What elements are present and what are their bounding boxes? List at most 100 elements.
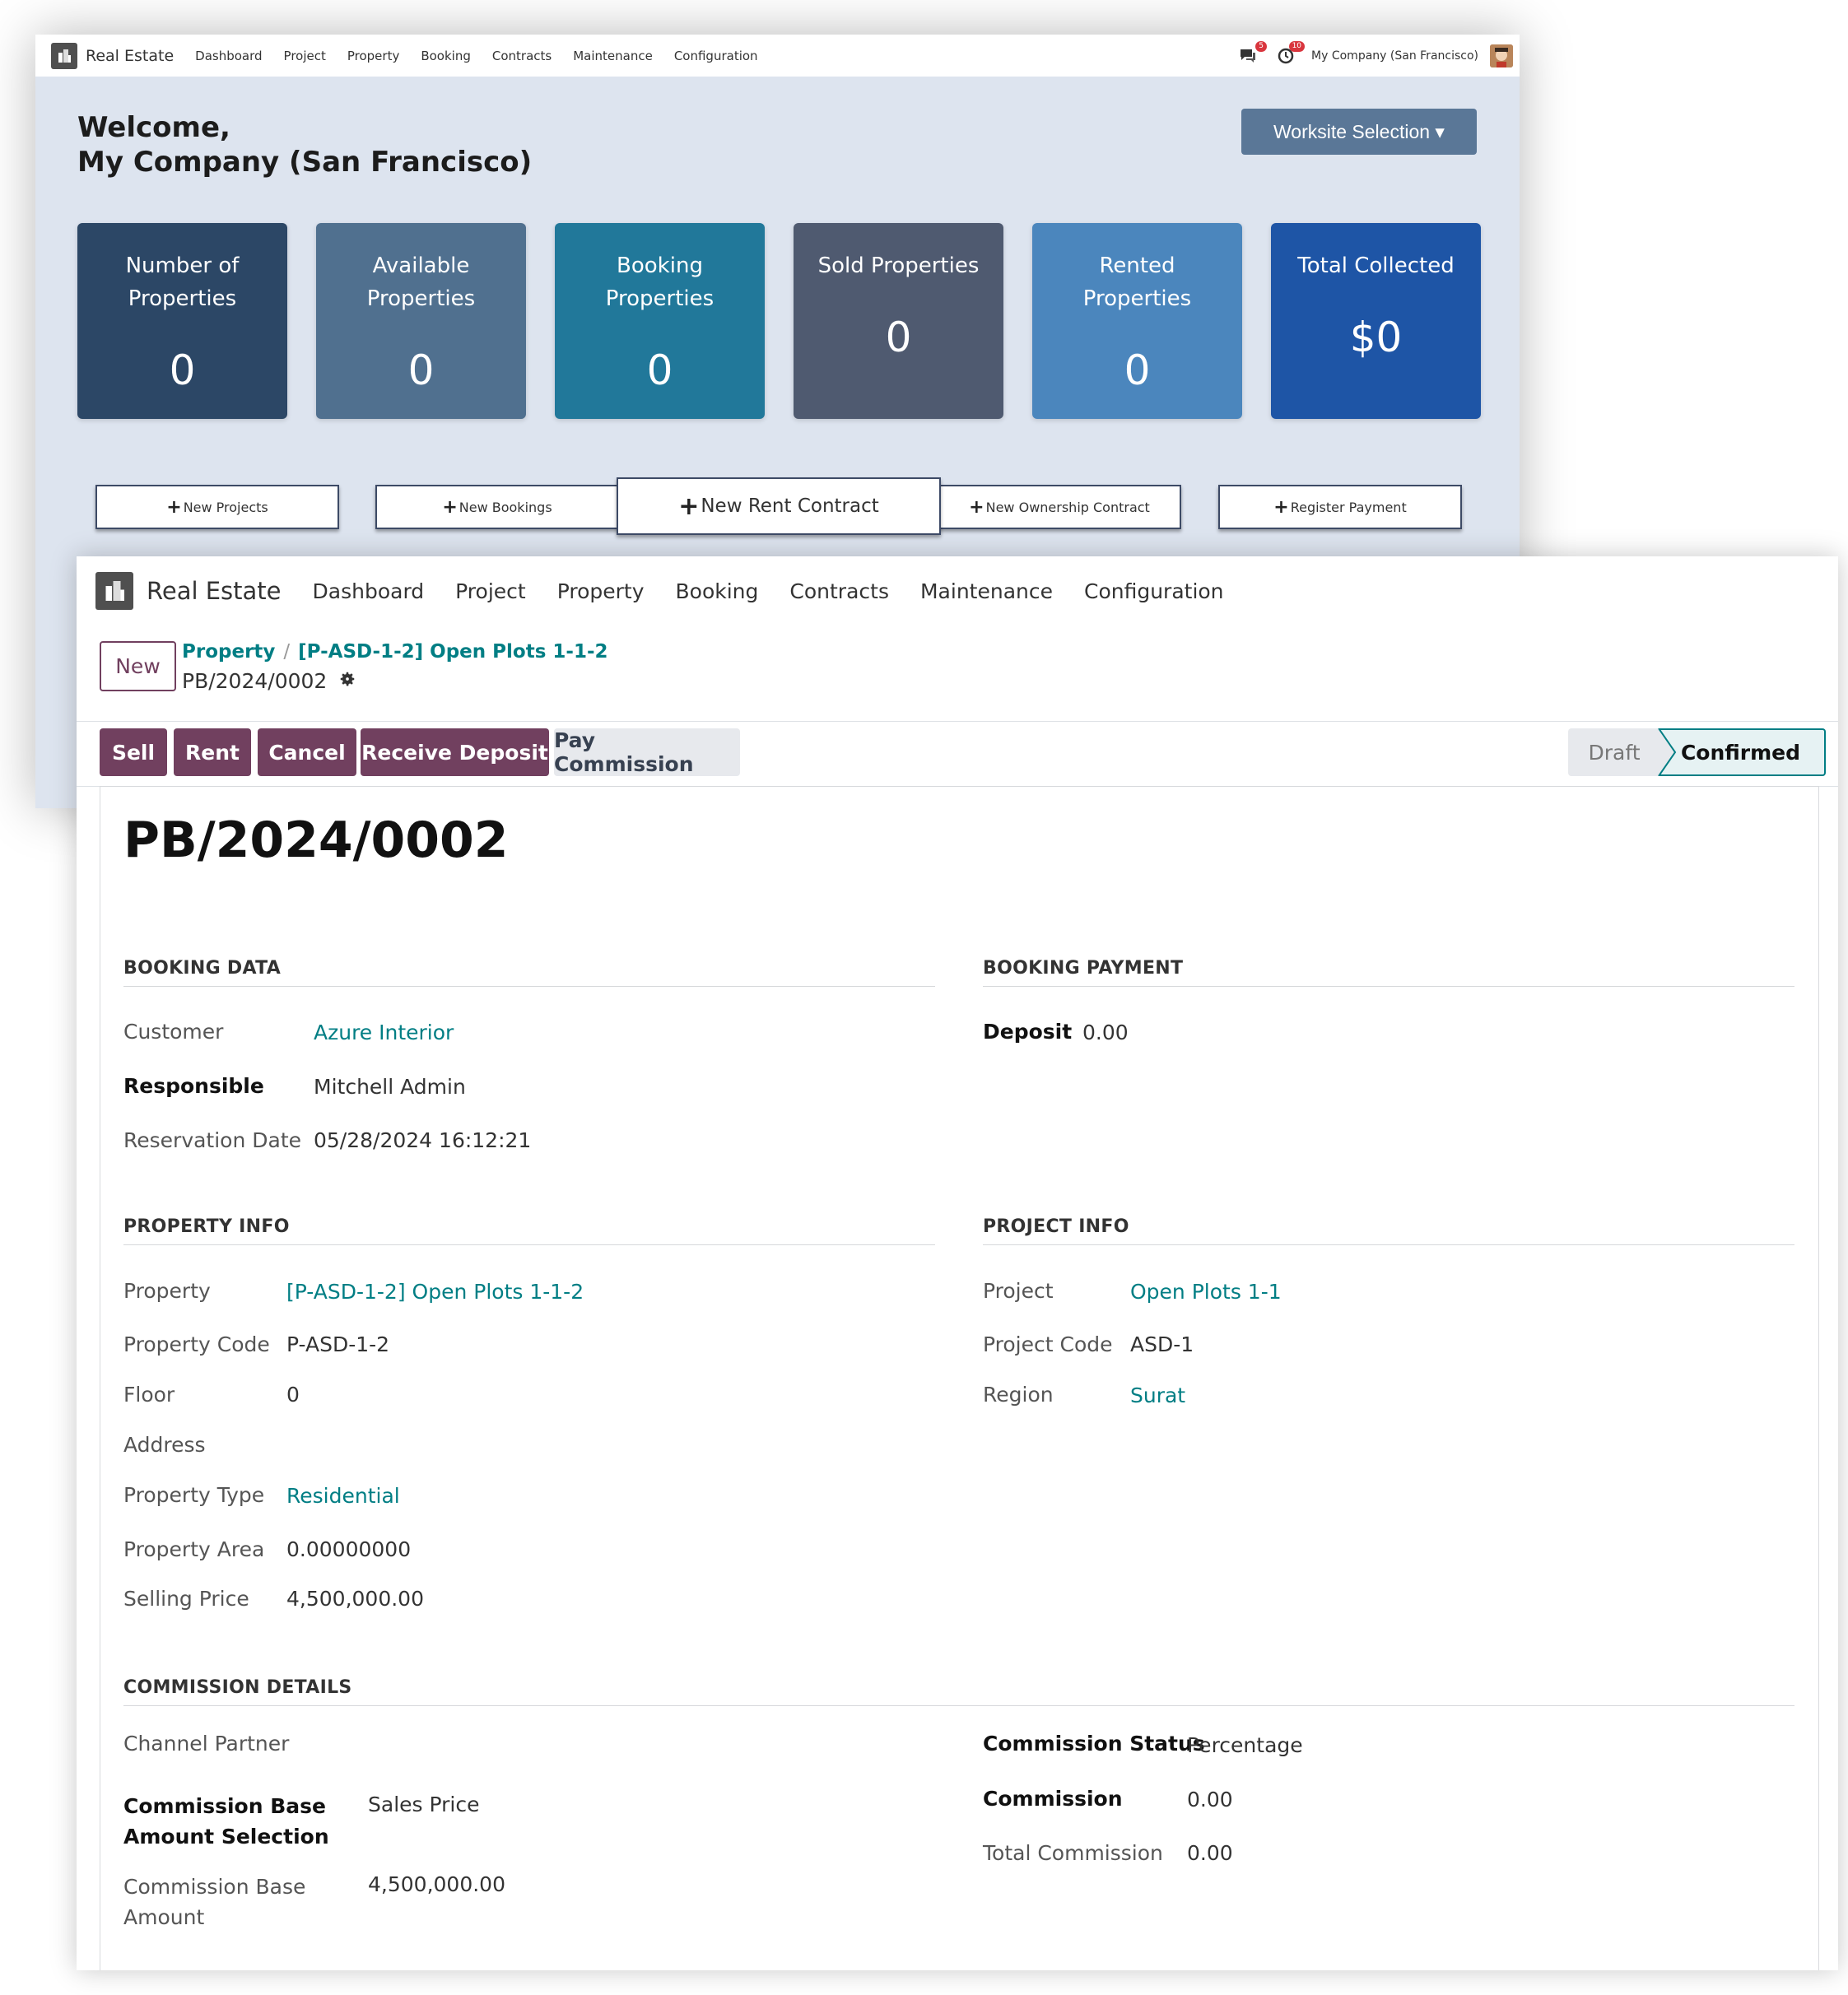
project-code-field[interactable]: ASD-1 [1130, 1332, 1194, 1356]
label-line: Amount [123, 1905, 205, 1929]
section-divider [123, 1244, 935, 1245]
card-title-line: Properties [366, 286, 476, 311]
worksite-selection-button[interactable]: Worksite Selection ▾ [1241, 109, 1477, 155]
activities-button[interactable]: 10 [1273, 40, 1306, 68]
commission-base-selection-label: Commission Base Amount Selection [123, 1791, 329, 1852]
region-field[interactable]: Surat [1130, 1383, 1185, 1407]
pay-commission-button[interactable]: Pay Commission [554, 728, 740, 776]
menu-property[interactable]: Property [347, 49, 399, 63]
selling-price-field[interactable]: 4,500,000.00 [286, 1587, 424, 1611]
deposit-field[interactable]: 0.00 [1082, 1021, 1129, 1044]
card-booking-properties[interactable]: Booking Properties 0 [555, 223, 765, 419]
menu-configuration[interactable]: Configuration [1084, 579, 1224, 603]
card-title-line: Properties [128, 286, 237, 311]
card-title-line: Number of [125, 253, 240, 278]
company-switcher[interactable]: My Company (San Francisco) [1311, 49, 1478, 63]
property-field[interactable]: [P-ASD-1-2] Open Plots 1-1-2 [286, 1280, 584, 1304]
card-total-collected[interactable]: Total Collected $0 [1271, 223, 1481, 419]
commission-base-amount-field[interactable]: 4,500,000.00 [368, 1872, 505, 1896]
commission-field[interactable]: 0.00 [1187, 1788, 1233, 1811]
menu-project[interactable]: Project [284, 49, 326, 63]
app-name[interactable]: Real Estate [147, 577, 282, 605]
card-title-line: Properties [1082, 286, 1192, 311]
new-rent-contract-button[interactable]: + New Rent Contract [617, 477, 941, 535]
top-navbar: Real Estate Dashboard Project Property B… [77, 556, 1838, 625]
property-label: Property [123, 1279, 211, 1303]
section-project-info: PROJECT INFO [983, 1216, 1129, 1237]
commission-base-amount-label: Commission Base Amount [123, 1872, 305, 1932]
label-line: Commission Base [123, 1794, 326, 1818]
user-avatar[interactable] [1490, 44, 1513, 67]
commission-label: Commission [983, 1787, 1123, 1811]
property-code-field[interactable]: P-ASD-1-2 [286, 1332, 389, 1356]
responsible-field[interactable]: Mitchell Admin [314, 1075, 466, 1099]
commission-base-selection-field[interactable]: Sales Price [368, 1793, 479, 1816]
menu-property[interactable]: Property [557, 579, 645, 603]
menu-booking[interactable]: Booking [676, 579, 759, 603]
stage-arrow-icon [1655, 728, 1677, 776]
menu-contracts[interactable]: Contracts [492, 49, 552, 63]
floor-label: Floor [123, 1383, 175, 1407]
breadcrumb-property[interactable]: Property [182, 641, 275, 663]
breadcrumb-open-plots[interactable]: [P-ASD-1-2] Open Plots 1-1-2 [298, 641, 607, 663]
menu-maintenance[interactable]: Maintenance [573, 49, 653, 63]
card-title-line: Available [372, 253, 470, 278]
property-type-field[interactable]: Residential [286, 1484, 400, 1508]
plus-icon: + [166, 496, 182, 518]
channel-partner-label: Channel Partner [123, 1732, 290, 1756]
menu-maintenance[interactable]: Maintenance [920, 579, 1053, 603]
record-name-text: PB/2024/0002 [182, 669, 328, 693]
gear-icon[interactable] [338, 669, 356, 693]
receive-deposit-button[interactable]: Receive Deposit [361, 728, 549, 776]
chat-icon [1241, 49, 1256, 63]
company-line: My Company (San Francisco) [77, 146, 533, 179]
sell-button[interactable]: Sell [100, 728, 167, 776]
register-payment-button[interactable]: + Register Payment [1218, 485, 1462, 529]
card-sold-properties[interactable]: Sold Properties 0 [794, 223, 1003, 419]
app-logo-icon[interactable] [95, 572, 133, 610]
card-title-line: Sold Properties [817, 253, 980, 278]
customer-field[interactable]: Azure Interior [314, 1021, 454, 1044]
card-available-properties[interactable]: Available Properties 0 [316, 223, 526, 419]
card-title-line: Properties [605, 286, 715, 311]
new-bookings-button[interactable]: + New Bookings [375, 485, 619, 529]
top-navbar: Real Estate Dashboard Project Property B… [35, 35, 1520, 77]
project-field[interactable]: Open Plots 1-1 [1130, 1280, 1282, 1304]
commission-status-field[interactable]: Percentage [1187, 1733, 1303, 1757]
stage-draft[interactable]: Draft [1568, 728, 1660, 776]
cancel-button[interactable]: Cancel [258, 728, 356, 776]
section-divider [123, 986, 935, 987]
menu-dashboard[interactable]: Dashboard [195, 49, 262, 63]
booking-form-window: Real Estate Dashboard Project Property B… [77, 556, 1838, 1970]
card-value: $0 [1349, 314, 1403, 361]
card-title-line: Rented [1099, 253, 1175, 278]
stage-confirmed[interactable]: Confirmed [1657, 728, 1826, 776]
new-ownership-contract-button[interactable]: + New Ownership Contract [938, 485, 1181, 529]
new-projects-button[interactable]: + New Projects [95, 485, 339, 529]
app-name[interactable]: Real Estate [86, 47, 174, 65]
card-value: 0 [646, 346, 673, 394]
card-rented-properties[interactable]: Rented Properties 0 [1032, 223, 1242, 419]
rent-button[interactable]: Rent [174, 728, 251, 776]
menu-booking[interactable]: Booking [421, 49, 471, 63]
messages-button[interactable]: 5 [1236, 40, 1268, 68]
plus-icon: + [1273, 496, 1289, 518]
app-logo-icon[interactable] [51, 42, 77, 69]
menu-configuration[interactable]: Configuration [674, 49, 758, 63]
menu-dashboard[interactable]: Dashboard [313, 579, 425, 603]
property-area-label: Property Area [123, 1537, 265, 1561]
address-label: Address [123, 1433, 206, 1457]
reservation-date-field[interactable]: 05/28/2024 16:12:21 [314, 1128, 531, 1152]
card-number-of-properties[interactable]: Number of Properties 0 [77, 223, 287, 419]
menu-project[interactable]: Project [455, 579, 526, 603]
deposit-label: Deposit [983, 1020, 1073, 1044]
menu-contracts[interactable]: Contracts [789, 579, 889, 603]
total-commission-field[interactable]: 0.00 [1187, 1841, 1233, 1865]
property-area-field[interactable]: 0.00000000 [286, 1537, 411, 1561]
record-title: PB/2024/0002 [123, 811, 509, 869]
card-value: 0 [885, 314, 912, 361]
new-record-button[interactable]: New [100, 641, 176, 691]
selling-price-label: Selling Price [123, 1587, 249, 1611]
floor-field[interactable]: 0 [286, 1383, 300, 1407]
button-label: New Projects [183, 499, 268, 515]
